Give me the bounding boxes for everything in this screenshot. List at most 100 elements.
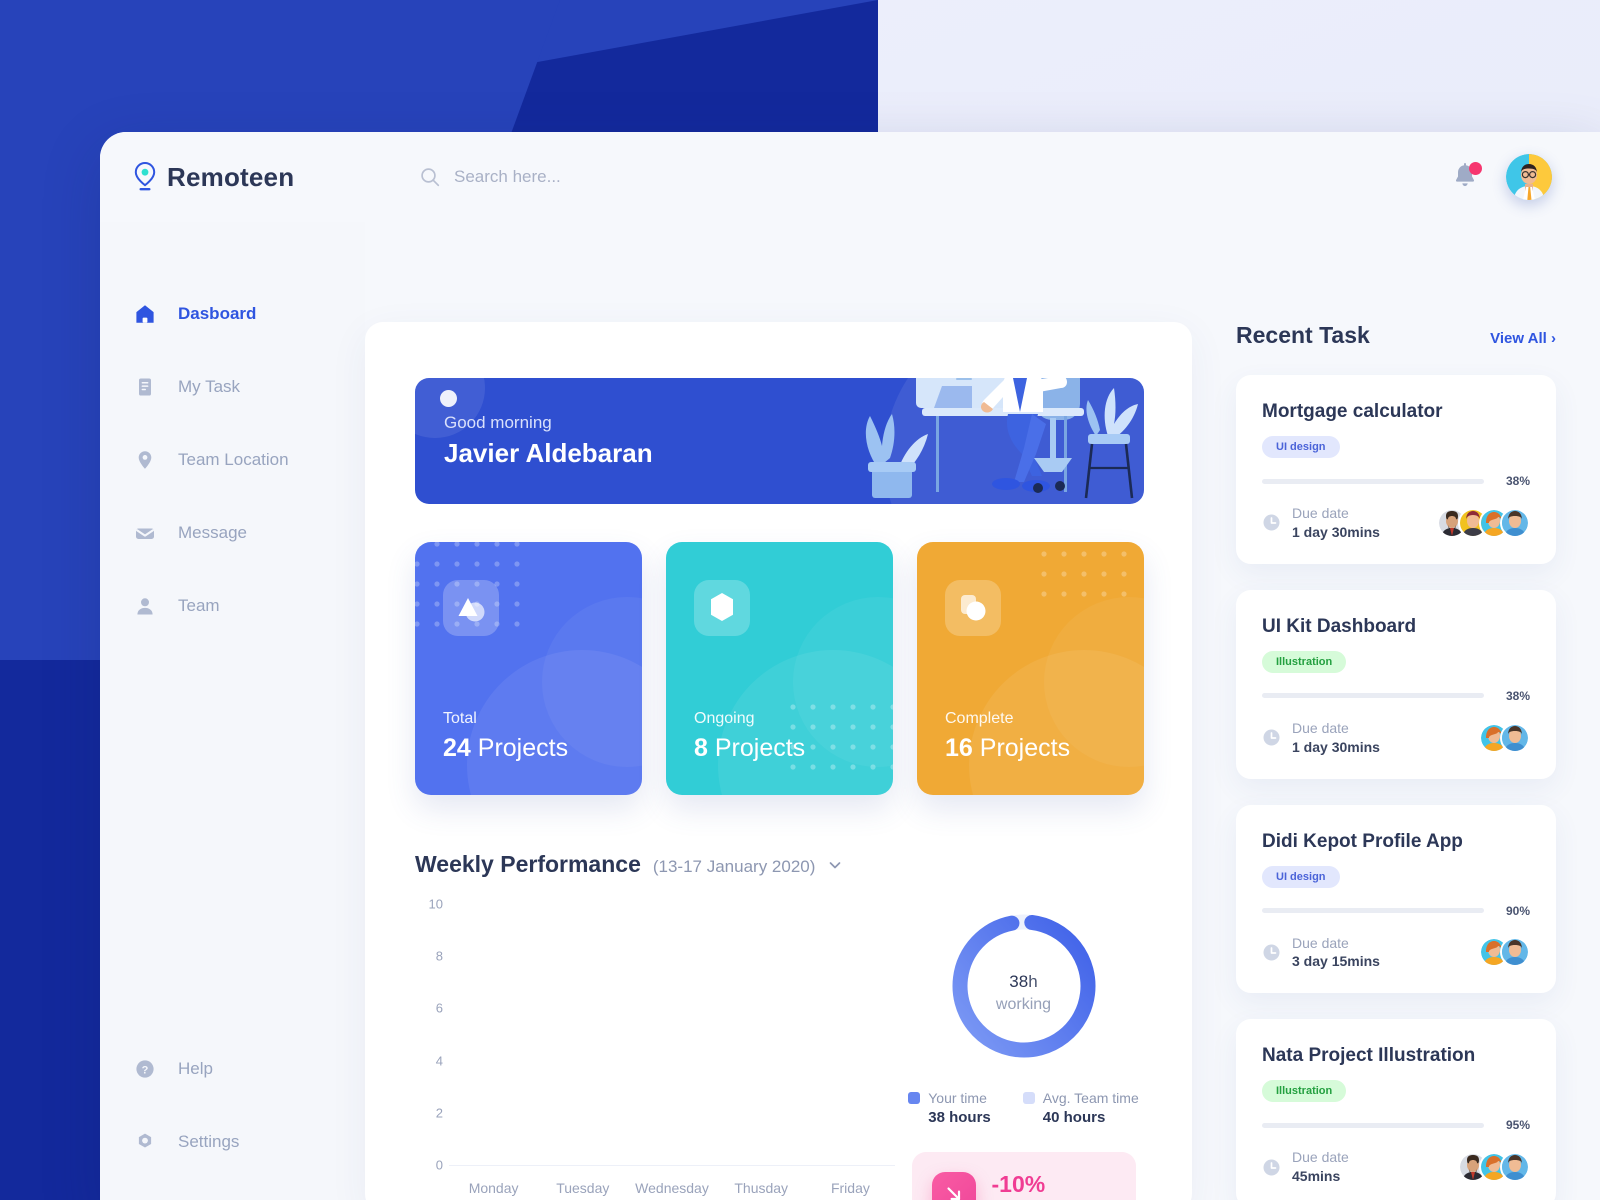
- sidebar-item-message[interactable]: Message: [100, 496, 365, 569]
- y-tick: 2: [435, 1105, 443, 1121]
- search-box[interactable]: [420, 167, 1452, 187]
- progress-row: 38%: [1262, 474, 1530, 488]
- avatar: [1500, 722, 1530, 753]
- stat-card-label: Ongoing: [694, 710, 755, 727]
- legend-label: Your time: [928, 1090, 987, 1106]
- due-label: Due date: [1292, 934, 1349, 951]
- y-tick: 8: [435, 948, 443, 964]
- legend-swatch: [1022, 1092, 1035, 1104]
- clock-icon: [1262, 513, 1281, 532]
- weekly-performance-title: Weekly Performance: [415, 851, 641, 877]
- notification-unread-dot: [1469, 162, 1482, 175]
- sidebar-item-my-task[interactable]: My Task: [100, 350, 365, 423]
- avatar-stack: [1479, 937, 1530, 968]
- progress-percent: 90%: [1505, 903, 1530, 918]
- stat-card-body: Total 24 Projects: [443, 710, 568, 763]
- bar-group-container: [449, 904, 887, 1165]
- due-info: Due date 1 day 30mins: [1262, 719, 1380, 757]
- weekly-performance-range: (13-17 January 2020): [652, 857, 816, 876]
- sidebar-item-help[interactable]: ? Help: [100, 1032, 365, 1105]
- brand-name: Remoteen: [167, 161, 295, 192]
- stat-card-label: Complete: [945, 710, 1014, 727]
- brand[interactable]: Remoteen: [134, 162, 420, 193]
- main-column: Good morning Javier Aldebaran Total 24 P…: [365, 222, 1600, 1200]
- stat-card-ongoing[interactable]: Ongoing 8 Projects: [666, 542, 893, 795]
- stat-card-value: 24 Projects: [443, 734, 568, 763]
- task-card[interactable]: Nata Project Illustration Illustration 9…: [1236, 1019, 1556, 1200]
- legend-item-avg-team-time: Avg. Team time 40 hours: [1022, 1090, 1139, 1126]
- task-title: Nata Project Illustration: [1262, 1045, 1476, 1067]
- avatar-stack: [1479, 722, 1530, 753]
- due-value: 3 day 15mins: [1292, 953, 1380, 970]
- top-bar: Remoteen: [100, 132, 1600, 222]
- sidebar-item-team-location[interactable]: Team Location: [100, 423, 365, 496]
- donut-caption: working: [995, 995, 1052, 1013]
- project-stat-cards: Total 24 Projects Ongoing 8 Projects Com…: [415, 542, 1144, 795]
- task-card[interactable]: UI Kit Dashboard Illustration 38% Due da…: [1236, 589, 1556, 779]
- task-icon: [134, 376, 156, 398]
- progress-percent: 38%: [1505, 688, 1530, 703]
- dot-pattern: [1041, 551, 1127, 597]
- weekly-performance-header: Weekly Performance (13-17 January 2020): [415, 851, 1144, 878]
- due-value: 1 day 30mins: [1292, 738, 1380, 755]
- square-circle-icon: [945, 580, 1001, 636]
- banner-text: Good morning Javier Aldebaran: [415, 413, 653, 469]
- legend-swatch: [908, 1092, 921, 1104]
- sidebar-item-team[interactable]: Team: [100, 569, 365, 642]
- progress-row: 38%: [1262, 689, 1530, 703]
- x-tick: Wednesday: [635, 1180, 709, 1196]
- avatar: [1500, 937, 1530, 968]
- search-input[interactable]: [454, 167, 814, 187]
- stat-card-value: 8 Projects: [694, 734, 805, 763]
- location-pin-icon: [134, 162, 156, 192]
- y-axis: 10 8 6 4 2 0: [415, 897, 443, 1173]
- stat-card-unit: Projects: [714, 734, 806, 762]
- view-all-link[interactable]: View All ›: [1490, 330, 1556, 347]
- due-text: Due date 1 day 30mins: [1292, 504, 1380, 542]
- top-bar-actions: [1452, 154, 1552, 200]
- question-icon: ?: [134, 1058, 156, 1080]
- sidebar-item-label: Help: [178, 1058, 213, 1078]
- donut-center-label: 38h working: [946, 908, 1102, 1064]
- notification-bell-button[interactable]: [1452, 162, 1482, 192]
- chevron-down-icon[interactable]: [827, 857, 843, 873]
- sidebar-item-label: Dasboard: [178, 303, 257, 323]
- x-tick: Tuesday: [556, 1180, 610, 1196]
- chevron-right-icon: ›: [1551, 330, 1556, 347]
- due-text: Due date 45mins: [1292, 1148, 1349, 1186]
- sidebar-item-settings[interactable]: Settings: [100, 1105, 365, 1178]
- stat-card-label: Total: [443, 710, 477, 727]
- legend-value: 40 hours: [1042, 1109, 1106, 1126]
- due-info: Due date 45mins: [1262, 1148, 1349, 1186]
- progress-percent: 38%: [1505, 474, 1530, 488]
- progress-row: 95%: [1262, 1118, 1530, 1132]
- task-card[interactable]: Mortgage calculator UI design 38% Due da…: [1236, 375, 1556, 564]
- view-all-label: View All: [1490, 330, 1547, 347]
- stat-card-total[interactable]: Total 24 Projects: [415, 542, 642, 795]
- x-axis: Monday Tuesday Wednesday Thusday Friday: [449, 1180, 895, 1196]
- trend-percent: -10%: [991, 1171, 1046, 1198]
- due-info: Due date 3 day 15mins: [1262, 934, 1380, 972]
- stat-card-count: 16: [945, 734, 973, 762]
- status-badge: Illustration: [1262, 650, 1347, 673]
- task-card[interactable]: Didi Kepot Profile App UI design 90% Due: [1236, 804, 1556, 994]
- due-row: Due date 3 day 15mins: [1262, 934, 1530, 972]
- sidebar-item-label: Message: [178, 522, 247, 542]
- task-title: Didi Kepot Profile App: [1262, 830, 1463, 852]
- bar-chart-plot-area: 10 8 6 4 2 0: [429, 897, 895, 1173]
- search-icon: [420, 167, 440, 187]
- sidebar: Dasboard My Task Team Location Message T…: [100, 222, 365, 1200]
- stat-card-complete[interactable]: Complete 16 Projects: [917, 542, 1144, 795]
- avatar[interactable]: [1506, 154, 1552, 200]
- x-tick: Monday: [468, 1180, 519, 1196]
- due-text: Due date 3 day 15mins: [1292, 934, 1380, 972]
- avatar: [1500, 1152, 1530, 1183]
- status-badge: Illustration: [1262, 1080, 1347, 1103]
- status-badge: UI design: [1262, 865, 1340, 888]
- sidebar-item-dasboard[interactable]: Dasboard: [100, 277, 365, 350]
- recent-task-panel: Recent Task View All › Mortgage calculat…: [1192, 222, 1600, 1200]
- legend-header: Avg. Team time: [1022, 1090, 1139, 1106]
- clock-icon: [1262, 1158, 1281, 1177]
- due-label: Due date: [1292, 1149, 1349, 1166]
